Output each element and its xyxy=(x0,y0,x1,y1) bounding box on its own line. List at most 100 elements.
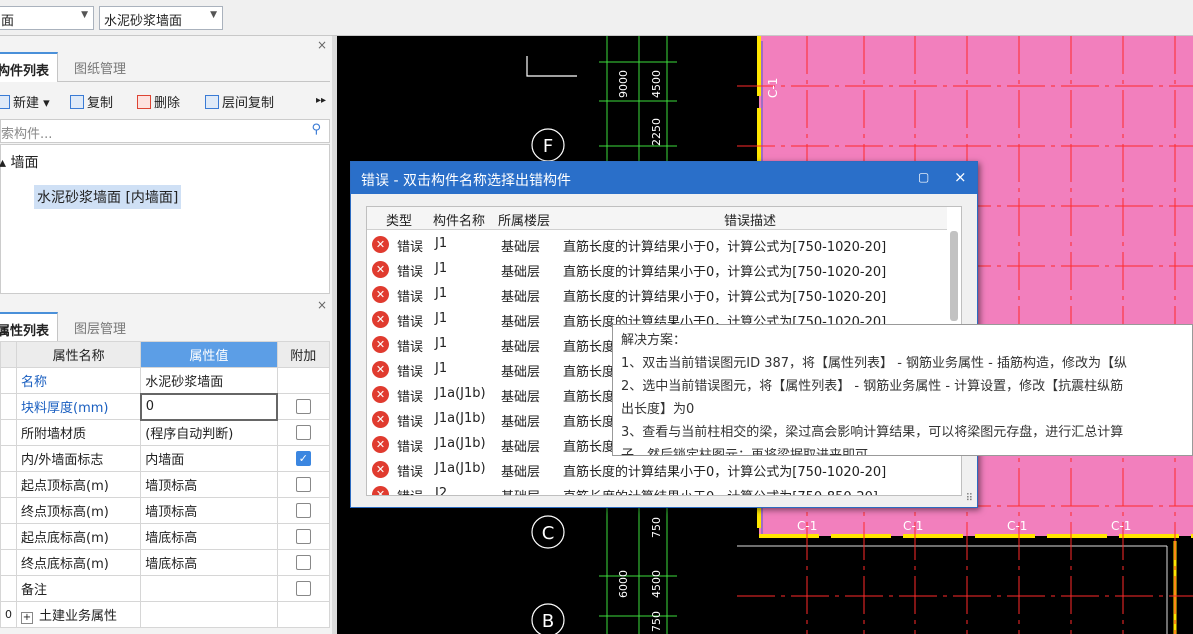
property-value[interactable]: 墙顶标高 xyxy=(145,479,197,494)
extra-cell: ✓ xyxy=(276,445,331,472)
property-value-cell[interactable] xyxy=(140,601,278,628)
dialog-titlebar[interactable]: 错误 - 双击构件名称选择出错构件 ▢ × xyxy=(351,162,977,194)
error-component[interactable]: J1 xyxy=(435,236,447,251)
expand-icon[interactable]: + xyxy=(21,612,33,624)
checkbox[interactable] xyxy=(295,529,311,544)
error-row[interactable]: ✕ 错误 J1a(J1b) 基础层 直筋长度的计算结果小于0，计算公式为[750-102… xyxy=(367,457,947,482)
property-value-cell[interactable]: 墙顶标高 xyxy=(140,471,278,498)
property-value-cell[interactable]: 墙底标高 xyxy=(140,523,278,550)
component-toolbar: 新建 ▾ 复制 删除 层间复制 ▸▸ xyxy=(0,88,330,116)
error-row[interactable]: ✕ 错误 J1 基础层 直筋长度的计算结果小于0，计算公式为[750-1020-20] xyxy=(367,232,947,257)
error-component[interactable]: J1 xyxy=(435,361,447,376)
error-component[interactable]: J1a(J1b) xyxy=(435,411,486,426)
property-row[interactable]: 起点顶标高(m) 墙顶标高 xyxy=(0,471,331,498)
error-component[interactable]: J1a(J1b) xyxy=(435,461,486,476)
property-name: 所附墙材质 xyxy=(21,427,87,442)
property-name-cell: + 土建业务属性 xyxy=(15,601,142,628)
close-icon[interactable]: × xyxy=(317,298,327,312)
top-toolbar: 面 ▼ 水泥砂浆墙面 ▼ xyxy=(0,0,1193,36)
close-icon[interactable]: × xyxy=(317,38,327,52)
property-name: 备注 xyxy=(21,583,48,598)
error-type: 错误 xyxy=(397,465,424,480)
error-list-header: 类型 构件名称 所属楼层 错误描述 xyxy=(367,207,947,230)
checkbox[interactable] xyxy=(295,425,311,440)
close-icon[interactable]: × xyxy=(954,168,967,186)
error-row[interactable]: ✕ 错误 J2 基础层 直筋长度的计算结果小于0，计算公式为[750-850-20] xyxy=(367,482,947,495)
new-button[interactable]: 新建 ▾ xyxy=(0,92,50,111)
checkbox[interactable] xyxy=(296,399,312,414)
error-type: 错误 xyxy=(397,390,424,405)
tree-item-selected[interactable]: 水泥砂浆墙面 [内墙面] xyxy=(34,185,182,209)
property-row[interactable]: 名称 水泥砂浆墙面 xyxy=(0,367,331,394)
col-floor[interactable]: 所属楼层 xyxy=(498,210,550,229)
search-icon[interactable]: ⚲ xyxy=(311,122,321,137)
col-type[interactable]: 类型 xyxy=(386,210,412,229)
checkbox[interactable] xyxy=(295,503,311,518)
component-combo[interactable]: 水泥砂浆墙面 ▼ xyxy=(99,6,223,30)
row-number xyxy=(0,419,17,446)
error-component[interactable]: J1 xyxy=(435,336,447,351)
property-value-cell[interactable]: (程序自动判断) xyxy=(140,419,278,446)
property-name-cell: 内/外墙面标志 xyxy=(15,445,142,472)
tab-layer-management[interactable]: 图层管理 xyxy=(66,312,134,342)
checkbox[interactable]: ✓ xyxy=(295,451,311,466)
property-value-cell[interactable] xyxy=(140,575,278,602)
floor-copy-button[interactable]: 层间复制 xyxy=(205,92,274,111)
property-value-cell[interactable]: 墙顶标高 xyxy=(140,497,278,524)
checkbox[interactable] xyxy=(295,555,311,570)
property-value[interactable]: 墙底标高 xyxy=(145,557,197,572)
tooltip-line: 3、查看与当前柱相交的梁，梁过高会影响计算结果，可以将梁图元存盘，进行汇总计算 xyxy=(621,425,1124,440)
property-row[interactable]: 0 + 土建业务属性 xyxy=(0,601,331,628)
property-value[interactable]: 水泥砂浆墙面 xyxy=(145,375,223,390)
vertical-scrollbar[interactable] xyxy=(950,231,958,321)
error-component[interactable]: J2 xyxy=(435,486,447,495)
property-row[interactable]: 内/外墙面标志 内墙面 ✓ xyxy=(0,445,331,472)
error-row[interactable]: ✕ 错误 J1 基础层 直筋长度的计算结果小于0，计算公式为[750-1020-20] xyxy=(367,282,947,307)
error-type: 错误 xyxy=(397,240,424,255)
copy-button[interactable]: 复制 xyxy=(70,92,113,111)
checkbox[interactable] xyxy=(295,581,311,596)
property-row[interactable]: 起点底标高(m) 墙底标高 xyxy=(0,523,331,550)
property-row[interactable]: 块料厚度(mm) 0 xyxy=(0,392,331,421)
error-component[interactable]: J1 xyxy=(435,311,447,326)
property-value[interactable]: 内墙面 xyxy=(145,453,184,468)
error-component[interactable]: J1a(J1b) xyxy=(435,386,486,401)
property-value[interactable]: 0 xyxy=(146,399,154,414)
property-value[interactable]: (程序自动判断) xyxy=(145,427,233,442)
error-component[interactable]: J1 xyxy=(435,261,447,276)
search-box[interactable]: 索构件... ⚲ xyxy=(0,119,330,143)
tree-root[interactable]: ▴ 墙面 xyxy=(0,152,38,172)
property-row[interactable]: 所附墙材质 (程序自动判断) xyxy=(0,419,331,446)
maximize-icon[interactable]: ▢ xyxy=(918,170,929,184)
property-name-cell: 备注 xyxy=(15,575,142,602)
error-icon: ✕ xyxy=(372,436,389,453)
property-value-cell[interactable]: 水泥砂浆墙面 xyxy=(140,367,278,394)
property-name: 起点顶标高(m) xyxy=(21,479,109,494)
search-input[interactable]: 索构件... xyxy=(1,127,52,142)
property-row[interactable]: 备注 xyxy=(0,575,331,602)
tab-drawing-management[interactable]: 图纸管理 xyxy=(66,52,134,82)
property-value-cell[interactable]: 内墙面 xyxy=(140,445,278,472)
error-type: 错误 xyxy=(397,315,424,330)
property-value-cell[interactable]: 0 xyxy=(139,392,279,421)
property-value[interactable]: 墙底标高 xyxy=(145,531,197,546)
property-row[interactable]: 终点底标高(m) 墙底标高 xyxy=(0,549,331,576)
col-error-description[interactable]: 错误描述 xyxy=(724,210,776,229)
checkbox[interactable] xyxy=(295,477,311,492)
property-value-cell[interactable]: 墙底标高 xyxy=(140,549,278,576)
error-component[interactable]: J1a(J1b) xyxy=(435,436,486,451)
more-button[interactable]: ▸▸ xyxy=(316,95,326,106)
dim-text: 4500 xyxy=(650,70,663,98)
floor-type-combo[interactable]: 面 ▼ xyxy=(0,6,94,30)
col-component-name[interactable]: 构件名称 xyxy=(433,210,485,229)
resize-grip-icon[interactable]: ⠿ xyxy=(966,493,973,504)
property-value[interactable]: 墙顶标高 xyxy=(145,505,197,520)
error-row[interactable]: ✕ 错误 J1 基础层 直筋长度的计算结果小于0，计算公式为[750-1020-20] xyxy=(367,257,947,282)
property-row[interactable]: 终点顶标高(m) 墙顶标高 xyxy=(0,497,331,524)
delete-button[interactable]: 删除 xyxy=(137,92,180,111)
tab-component-list[interactable]: 构件列表 xyxy=(0,52,59,82)
new-label: 新建 xyxy=(13,96,40,111)
error-component[interactable]: J1 xyxy=(435,286,447,301)
tab-property-list[interactable]: 属性列表 xyxy=(0,312,59,342)
error-icon: ✕ xyxy=(372,461,389,478)
